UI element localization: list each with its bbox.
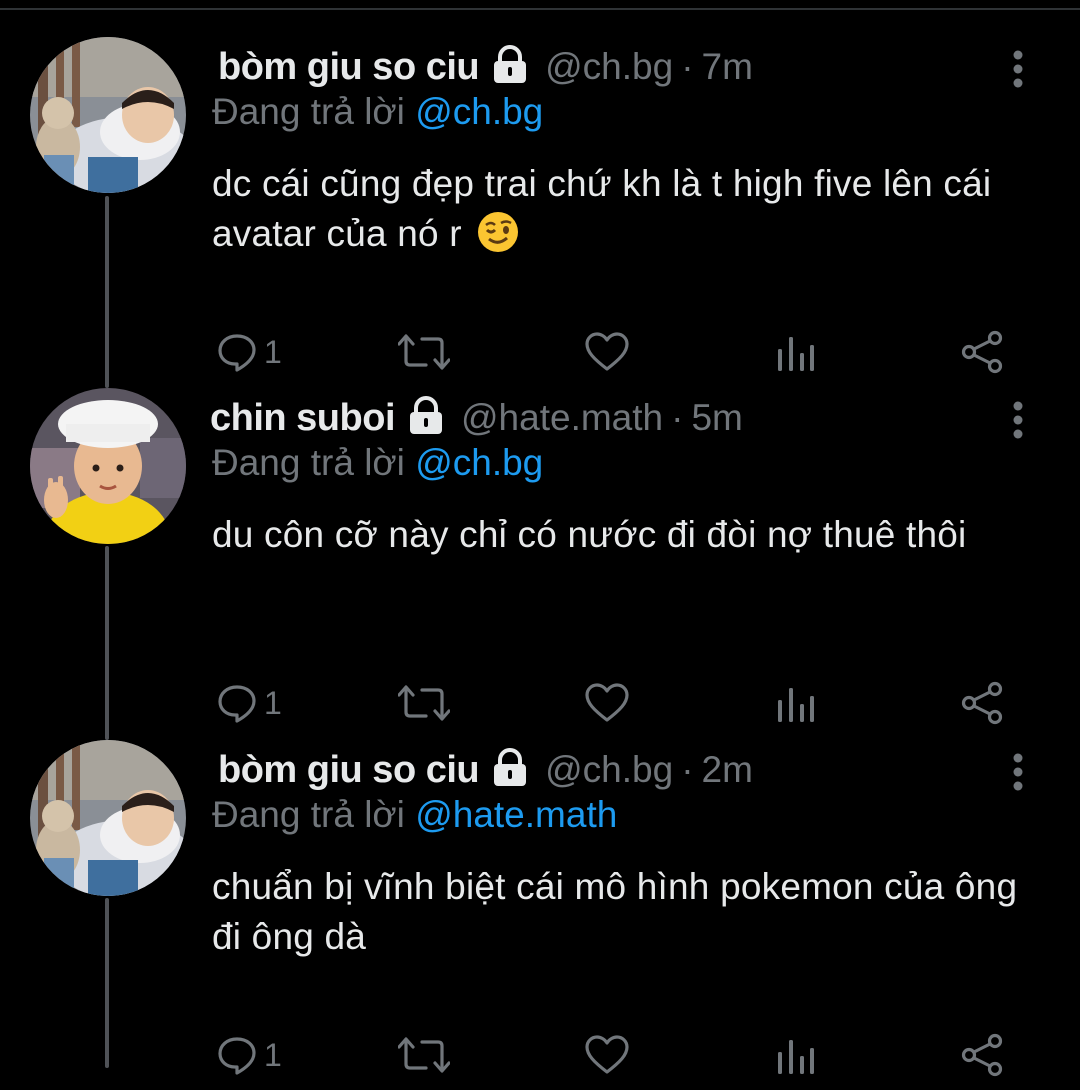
reply-mention-link[interactable]: @ch.bg — [415, 442, 543, 483]
sleeping-child-avatar-image — [30, 37, 186, 193]
sleeping-child-avatar-image — [30, 740, 186, 896]
tweet[interactable]: bòm giu so ciu @ch.bg · 2m Đang trả lời … — [0, 740, 1080, 1090]
reply-icon — [218, 685, 256, 723]
timestamp[interactable]: 2m — [702, 749, 753, 791]
replying-to: Đang trả lời @hate.math — [212, 794, 617, 836]
action-bar: 1 — [212, 678, 1012, 728]
protected-lock-icon — [489, 747, 531, 793]
share-icon — [961, 330, 1003, 374]
replying-to: Đang trả lời @ch.bg — [212, 91, 543, 133]
more-options-icon[interactable] — [1010, 752, 1026, 792]
tweet-text-content: chuẩn bị vĩnh biệt cái mô hình pokemon c… — [212, 866, 1018, 957]
share-button[interactable] — [960, 1030, 1004, 1080]
tweet-header: chin suboi @hate.math · 5m — [210, 393, 743, 443]
tweet-header: bòm giu so ciu @ch.bg · 2m — [218, 745, 753, 795]
timestamp[interactable]: 7m — [702, 46, 753, 88]
reply-mention-link[interactable]: @ch.bg — [415, 91, 543, 132]
replying-to: Đang trả lời @ch.bg — [212, 442, 543, 484]
analytics-button[interactable] — [776, 327, 816, 377]
avatar[interactable] — [30, 388, 186, 544]
tweet-text: dc cái cũng đẹp trai chứ kh là t high fi… — [212, 159, 1052, 267]
share-icon — [961, 1033, 1003, 1077]
timestamp[interactable]: 5m — [691, 397, 742, 439]
action-bar: 1 — [212, 1030, 1012, 1080]
analytics-icon — [778, 1040, 814, 1074]
reply-mention-link[interactable]: @hate.math — [415, 794, 617, 835]
more-options-icon[interactable] — [1010, 400, 1026, 440]
like-button[interactable] — [584, 1030, 630, 1080]
reply-count: 1 — [264, 333, 282, 370]
retweet-icon — [398, 1037, 450, 1073]
share-button[interactable] — [960, 327, 1004, 377]
retweet-icon — [398, 685, 450, 721]
display-name[interactable]: chin suboi — [210, 397, 396, 440]
reply-icon — [218, 1037, 256, 1075]
more-options-icon[interactable] — [1010, 49, 1026, 89]
separator-dot: · — [681, 749, 694, 790]
retweet-button[interactable] — [398, 1030, 450, 1080]
top-divider — [0, 8, 1080, 10]
replying-to-label: Đang trả lời — [212, 91, 405, 132]
tweet-text: du côn cỡ này chỉ có nước đi đòi nợ thuê… — [212, 510, 1052, 560]
reply-count: 1 — [264, 684, 282, 721]
handle[interactable]: @hate.math — [461, 397, 663, 439]
replying-to-label: Đang trả lời — [212, 442, 405, 483]
winking-face-icon — [476, 210, 520, 267]
tweet-header: bòm giu so ciu @ch.bg · 7m — [218, 42, 753, 92]
protected-lock-icon — [405, 395, 447, 441]
handle[interactable]: @ch.bg — [545, 46, 673, 88]
share-icon — [961, 681, 1003, 725]
tweet-text: chuẩn bị vĩnh biệt cái mô hình pokemon c… — [212, 862, 1052, 962]
retweet-button[interactable] — [398, 678, 450, 728]
display-name[interactable]: bòm giu so ciu — [218, 749, 480, 792]
retweet-icon — [398, 334, 450, 370]
analytics-button[interactable] — [776, 678, 816, 728]
tweet[interactable]: bòm giu so ciu @ch.bg · 7m Đang trả lời … — [0, 37, 1080, 387]
avatar[interactable] — [30, 740, 186, 896]
reply-icon — [218, 334, 256, 372]
reply-button[interactable]: 1 — [216, 327, 282, 377]
child-chef-hat-avatar-image — [30, 388, 186, 544]
reply-button[interactable]: 1 — [216, 678, 282, 728]
like-button[interactable] — [584, 327, 630, 377]
tweet-text-content: dc cái cũng đẹp trai chứ kh là t high fi… — [212, 163, 992, 254]
share-button[interactable] — [960, 678, 1004, 728]
handle[interactable]: @ch.bg — [545, 749, 673, 791]
avatar[interactable] — [30, 37, 186, 193]
protected-lock-icon — [489, 44, 531, 90]
separator-dot: · — [681, 46, 694, 87]
action-bar: 1 — [212, 327, 1012, 377]
like-icon — [585, 1035, 629, 1074]
analytics-icon — [778, 688, 814, 722]
tweet-text-content: du côn cỡ này chỉ có nước đi đòi nợ thuê… — [212, 514, 967, 555]
retweet-button[interactable] — [398, 327, 450, 377]
analytics-button[interactable] — [776, 1030, 816, 1080]
reply-button[interactable]: 1 — [216, 1030, 282, 1080]
display-name[interactable]: bòm giu so ciu — [218, 46, 480, 89]
replying-to-label: Đang trả lời — [212, 794, 405, 835]
separator-dot: · — [671, 397, 684, 438]
like-icon — [585, 683, 629, 722]
like-icon — [585, 332, 629, 371]
analytics-icon — [778, 337, 814, 371]
like-button[interactable] — [584, 678, 630, 728]
reply-count: 1 — [264, 1036, 282, 1073]
tweet[interactable]: chin suboi @hate.math · 5m Đang trả lời … — [0, 388, 1080, 738]
